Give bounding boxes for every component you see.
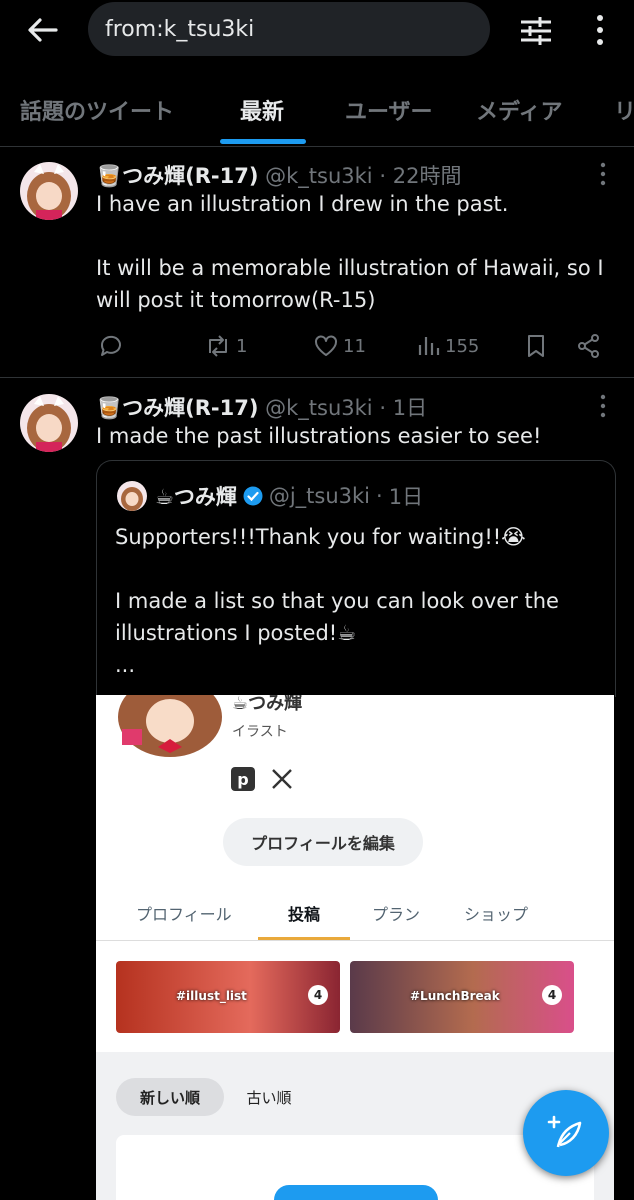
media-profile-avatar	[118, 695, 222, 757]
quote-time: 1日	[388, 485, 424, 509]
edit-profile-button: プロフィールを編集	[223, 818, 423, 866]
divider	[96, 940, 614, 941]
svg-text:p: p	[237, 770, 248, 789]
collection-count: 4	[542, 985, 562, 1005]
like-icon	[315, 335, 337, 356]
media-profile-name: ☕つみ輝	[232, 695, 303, 714]
display-name[interactable]: 🥃つみ輝(R-17)	[96, 164, 258, 188]
tweet-header: 🥃つみ輝(R-17) @k_tsu3ki · 1日	[96, 392, 427, 422]
collection-thumb-lunchbreak: #LunchBreak 4	[350, 961, 574, 1033]
tweet-time[interactable]: 1日	[393, 396, 427, 420]
compose-icon	[547, 1115, 582, 1148]
tweet-text: I made the past illustrations easier to …	[96, 424, 542, 448]
media-tab-profile: プロフィール	[136, 905, 232, 924]
quote-text: Supporters!!!Thank you for waiting!!😭 I …	[115, 525, 559, 677]
collection-thumb-illust-list: #illust_list 4	[116, 961, 340, 1033]
quoted-tweet[interactable]: ☕つみ輝 @j_tsu3ki · 1日 Supporters!!!Thank y…	[96, 460, 616, 697]
user-handle[interactable]: @k_tsu3ki	[265, 164, 373, 188]
collection-count: 4	[308, 985, 328, 1005]
search-tabs: 話題のツイート 最新 ユーザー メディア リ	[0, 84, 634, 146]
sort-oldest: 古い順	[246, 1088, 292, 1107]
avatar	[117, 481, 147, 511]
active-tab-indicator	[220, 139, 306, 144]
divider	[0, 146, 634, 147]
bookmark-icon[interactable]	[524, 333, 548, 359]
tab-lists[interactable]: リ	[614, 94, 634, 126]
search-input[interactable]: from:k_tsu3ki	[88, 2, 490, 56]
divider	[0, 377, 634, 378]
media-tab-shop: ショップ	[464, 905, 529, 924]
back-arrow-icon[interactable]	[20, 12, 64, 48]
views-icon	[418, 337, 440, 355]
pixiv-icon: p	[231, 767, 255, 791]
collection-label: #LunchBreak	[410, 989, 500, 1003]
media-tab-posts: 投稿	[288, 905, 321, 924]
separator-dot: ·	[379, 164, 387, 188]
separator-dot: ·	[379, 396, 387, 420]
retweet-icon	[209, 335, 227, 357]
tab-latest[interactable]: 最新	[240, 94, 284, 126]
tweet-text: I have an illustration I drew in the pas…	[96, 192, 604, 312]
reply-icon	[100, 335, 121, 356]
quote-header: ☕つみ輝 @j_tsu3ki · 1日	[155, 481, 423, 511]
more-vertical-icon[interactable]	[598, 162, 608, 186]
quote-handle: @j_tsu3ki	[268, 484, 371, 508]
tab-users[interactable]: ユーザー	[345, 94, 433, 126]
share-icon[interactable]	[576, 333, 602, 359]
filter-icon[interactable]	[518, 14, 554, 48]
quote-display-name: ☕つみ輝	[155, 485, 237, 509]
tab-top[interactable]: 話題のツイート	[20, 94, 174, 126]
media-tab-plans: プラン	[372, 905, 421, 924]
avatar[interactable]	[20, 394, 78, 452]
more-vertical-icon[interactable]	[598, 394, 608, 418]
verified-icon	[243, 486, 263, 506]
retweet-button[interactable]: 1	[204, 333, 247, 359]
tab-media[interactable]: メディア	[476, 94, 562, 126]
reply-button[interactable]	[98, 333, 124, 359]
avatar[interactable]	[20, 162, 78, 220]
user-handle[interactable]: @k_tsu3ki	[265, 396, 373, 420]
tweet-time[interactable]: 22時間	[393, 164, 462, 188]
x-logo-icon	[270, 767, 294, 791]
display-name[interactable]: 🥃つみ輝(R-17)	[96, 396, 258, 420]
more-vertical-icon[interactable]	[590, 12, 610, 48]
views-count: 155	[445, 335, 480, 357]
tweet-header: 🥃つみ輝(R-17) @k_tsu3ki · 22時間	[96, 160, 461, 190]
compose-button[interactable]	[523, 1090, 609, 1176]
like-count: 11	[343, 335, 366, 357]
media-profile-sub: イラスト	[232, 724, 288, 740]
search-query: from:k_tsu3ki	[105, 16, 255, 42]
media-blue-button	[274, 1185, 438, 1200]
like-button[interactable]: 11	[313, 333, 366, 359]
collection-label: #illust_list	[176, 989, 247, 1003]
views-button[interactable]: 155	[417, 333, 479, 359]
sort-newest: 新しい順	[116, 1078, 224, 1116]
retweet-count: 1	[236, 335, 248, 357]
separator-dot: ·	[376, 484, 383, 508]
